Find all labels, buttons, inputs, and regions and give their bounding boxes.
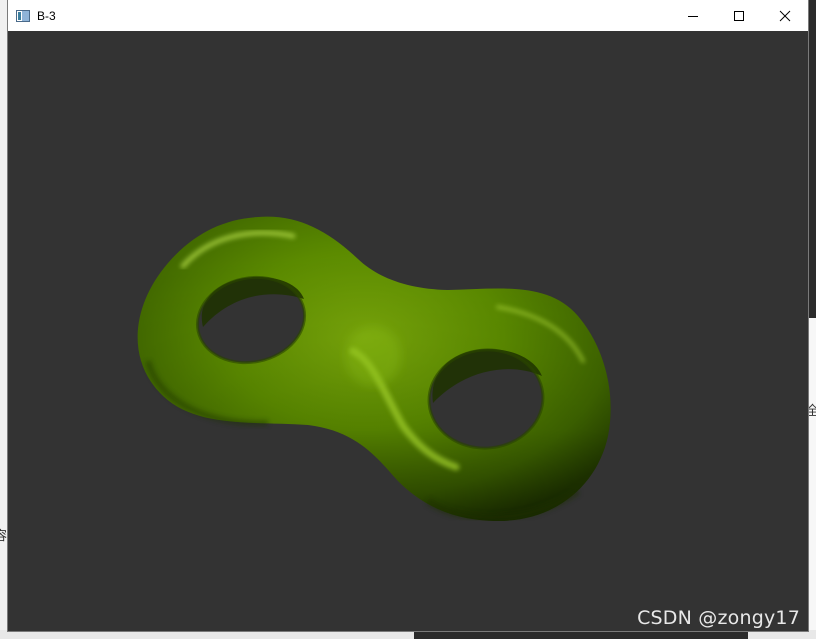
background-text-left: 容	[0, 529, 8, 544]
window-title: B-3	[37, 8, 56, 23]
background-bottom-dark-window	[414, 631, 748, 639]
maximize-icon	[734, 10, 744, 21]
minimize-icon	[688, 15, 698, 17]
maximize-button[interactable]	[716, 0, 762, 31]
render-viewport[interactable]: CSDN @zongy17	[8, 31, 808, 631]
close-button[interactable]	[762, 0, 808, 31]
app-icon[interactable]	[16, 9, 30, 22]
background-right-strip	[808, 318, 816, 639]
app-window: B-3 CSDN @zongy17	[8, 0, 808, 631]
background-right-dark-window	[808, 0, 816, 318]
window-controls	[670, 0, 808, 31]
double-torus-render	[137, 216, 611, 521]
torus-body	[137, 216, 611, 521]
watermark-text: CSDN @zongy17	[637, 607, 800, 629]
minimize-button[interactable]	[670, 0, 716, 31]
close-icon	[779, 10, 791, 21]
title-bar[interactable]: B-3	[8, 0, 808, 31]
